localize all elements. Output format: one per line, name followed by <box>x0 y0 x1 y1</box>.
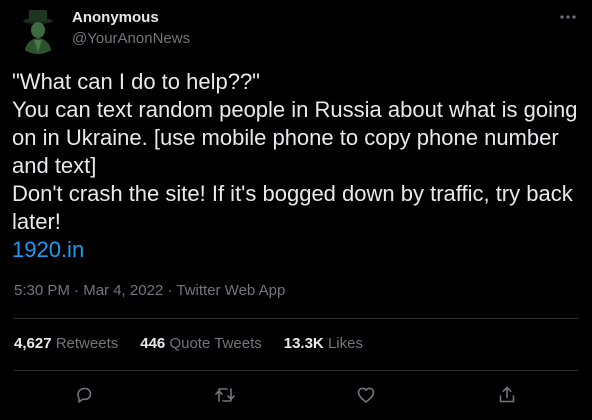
share-icon <box>499 386 515 403</box>
author-name[interactable]: Anonymous <box>72 9 159 26</box>
retweet-icon <box>215 388 235 402</box>
retweet-button[interactable] <box>212 382 238 408</box>
divider <box>14 318 578 319</box>
more-options-button[interactable] <box>556 5 580 29</box>
tweet-line: Don't crash the site! If it's bogged dow… <box>12 181 579 234</box>
separator-dot: · <box>74 282 84 299</box>
tweet-text: "What can I do to help??" You can text ra… <box>12 68 580 264</box>
tweet-card: Anonymous @YourAnonNews "What can I do t… <box>0 0 592 420</box>
retweets-stat[interactable]: 4,627 Retweets <box>14 335 118 352</box>
quote-tweets-label: Quote Tweets <box>169 335 262 352</box>
avatar[interactable] <box>14 6 62 54</box>
separator-dot: · <box>167 282 177 299</box>
tweet-stats: 4,627 Retweets 446 Quote Tweets 13.3K Li… <box>14 335 363 352</box>
divider <box>14 370 578 371</box>
tweet-line: "What can I do to help??" <box>12 69 260 94</box>
more-horizontal-icon <box>560 15 576 19</box>
tweet-link[interactable]: 1920.in <box>12 236 580 264</box>
tweet-metadata: 5:30 PM · Mar 4, 2022 · Twitter Web App <box>14 282 285 299</box>
retweets-label: Retweets <box>55 335 119 352</box>
likes-stat[interactable]: 13.3K Likes <box>284 335 363 352</box>
tweet-time[interactable]: 5:30 PM <box>14 282 70 299</box>
likes-count: 13.3K <box>283 335 324 352</box>
like-button[interactable] <box>353 382 379 408</box>
retweets-count: 4,627 <box>14 335 52 352</box>
tweet-actions <box>0 378 592 414</box>
tweet-source[interactable]: Twitter Web App <box>176 282 285 299</box>
reply-icon <box>77 387 92 403</box>
share-button[interactable] <box>494 382 520 408</box>
tweet-date[interactable]: Mar 4, 2022 <box>83 282 163 299</box>
reply-button[interactable] <box>71 382 97 408</box>
quote-tweets-count: 446 <box>140 335 166 352</box>
likes-label: Likes <box>327 335 363 352</box>
tweet-line: You can text random people in Russia abo… <box>12 97 584 178</box>
quote-tweets-stat[interactable]: 446 Quote Tweets <box>140 335 261 352</box>
heart-icon <box>357 387 375 403</box>
author-handle[interactable]: @YourAnonNews <box>72 30 190 47</box>
